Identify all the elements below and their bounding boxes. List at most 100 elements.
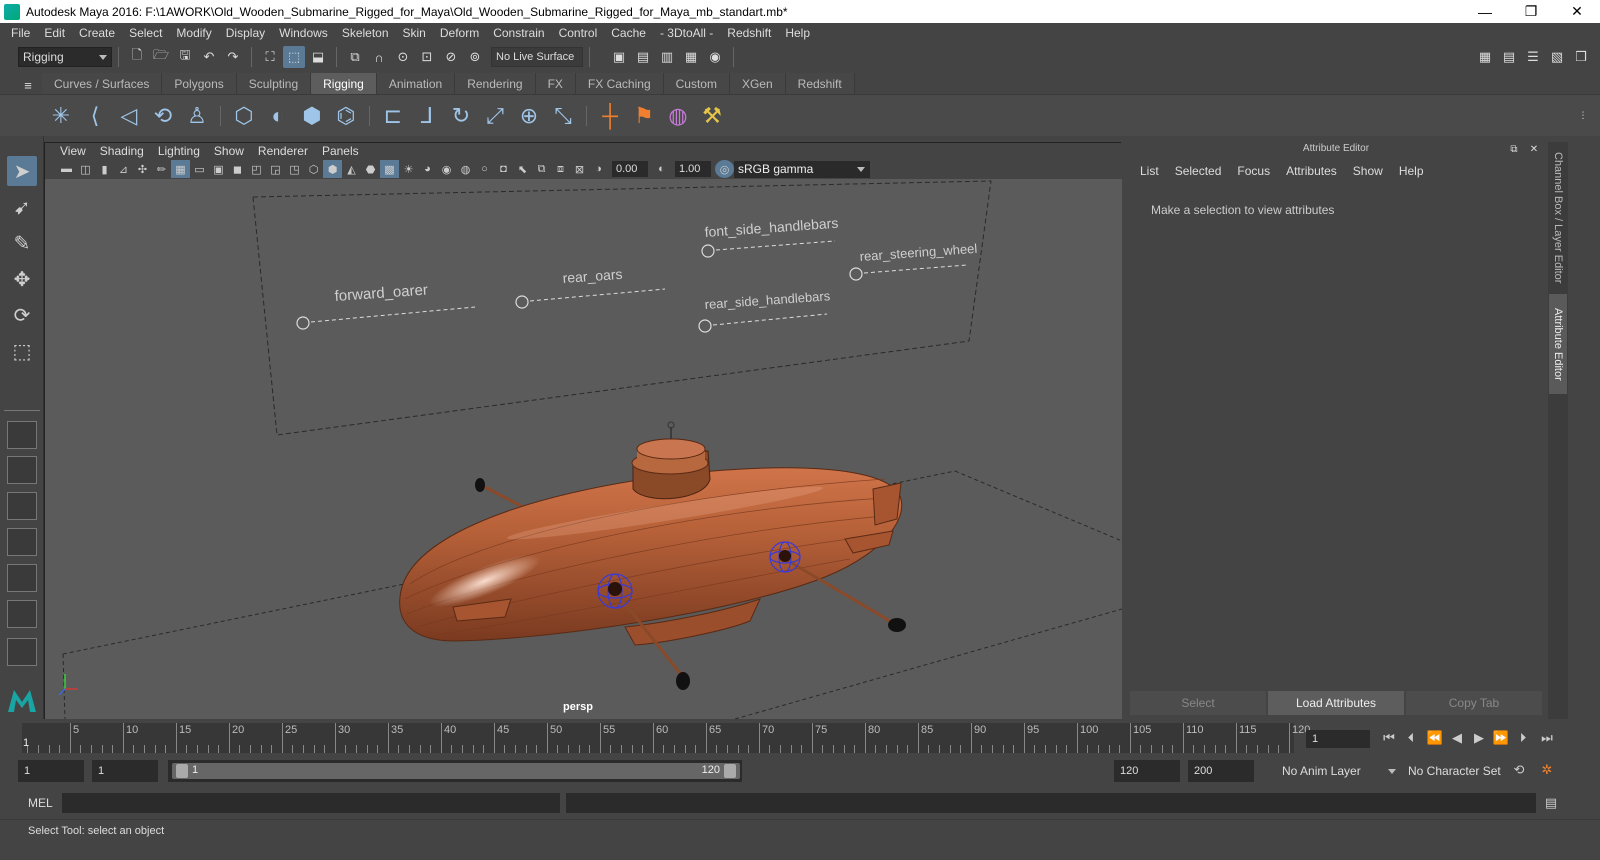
point-constraint-icon[interactable]: ⅃: [410, 99, 444, 133]
control-rear-steering-wheel[interactable]: rear_steering_wheel: [849, 241, 978, 281]
ambient-occlusion-icon[interactable]: ◉: [437, 160, 456, 178]
menu-display[interactable]: Display: [219, 26, 272, 40]
gamma-field[interactable]: 1.00: [675, 161, 711, 177]
menu-cache[interactable]: Cache: [604, 26, 653, 40]
locator-icon[interactable]: ⚑: [627, 99, 661, 133]
undo-icon[interactable]: ↶: [198, 46, 220, 68]
xray-joints-icon[interactable]: ⧈: [551, 160, 570, 178]
render-view-icon[interactable]: ▣: [608, 46, 630, 68]
sculpt-deformer-icon[interactable]: ◐: [261, 99, 295, 133]
single-perspective-layout-icon[interactable]: [7, 421, 37, 449]
wireframe-on-shaded-icon[interactable]: ⬣: [361, 160, 380, 178]
move-tool-icon[interactable]: ✥: [7, 264, 37, 294]
ipr-render-icon[interactable]: ▥: [656, 46, 678, 68]
shelf-tab-animation[interactable]: Animation: [376, 73, 456, 94]
select-component-icon[interactable]: ⬓: [307, 46, 329, 68]
redo-icon[interactable]: ↷: [222, 46, 244, 68]
menu-redshift[interactable]: Redshift: [720, 26, 778, 40]
two-d-pan-icon[interactable]: ✣: [133, 160, 152, 178]
shelf-tab-sculpting[interactable]: Sculpting: [236, 73, 312, 94]
step-back-key-icon[interactable]: ⏪: [1424, 728, 1446, 748]
menu-edit[interactable]: Edit: [37, 26, 72, 40]
xray-icon[interactable]: ⧉: [532, 160, 551, 178]
gamma-icon[interactable]: ◐: [652, 160, 671, 178]
modeling-toolkit-icon[interactable]: ▤: [1498, 46, 1520, 68]
shelf-tab-rigging[interactable]: Rigging: [311, 73, 377, 94]
wrap-deformer-icon[interactable]: ⌬: [329, 99, 363, 133]
select-object-icon[interactable]: ⬚: [283, 46, 305, 68]
animation-start-field[interactable]: 1: [18, 760, 84, 782]
timeline-track[interactable]: 5 10 15 20 25 30 35 40 45 50 55 60 65 70 75 80 85 90 95 100…: [22, 723, 1310, 753]
ae-menu-attributes[interactable]: Attributes: [1278, 164, 1345, 178]
side-tab-attribute-editor[interactable]: Attribute Editor: [1549, 294, 1567, 394]
channel-box-toggle-icon[interactable]: ❒: [1570, 46, 1592, 68]
save-scene-icon[interactable]: 🖫: [174, 46, 196, 68]
paint-select-icon[interactable]: ✎: [7, 228, 37, 258]
quick-rig-icon[interactable]: ◍: [661, 99, 695, 133]
persp-graph-layout-icon[interactable]: [7, 528, 37, 556]
grease-pencil-icon[interactable]: ✏: [152, 160, 171, 178]
xray-components-icon[interactable]: ⊠: [570, 160, 589, 178]
attribute-editor-toggle-icon[interactable]: ☰: [1522, 46, 1544, 68]
rotate-tool-icon[interactable]: ⟳: [7, 300, 37, 330]
film-gate-icon[interactable]: ▭: [190, 160, 209, 178]
cluster-icon[interactable]: ⊏: [376, 99, 410, 133]
animation-end-field[interactable]: 200: [1188, 760, 1254, 782]
control-rear-oars[interactable]: rear_oars: [515, 266, 666, 309]
menu-file[interactable]: File: [4, 26, 37, 40]
grid-icon[interactable]: ▦: [171, 160, 190, 178]
live-surface-field[interactable]: No Live Surface: [491, 47, 583, 67]
viewport-canvas[interactable]: forward_oarer rear_oars font_side_handle…: [45, 179, 1122, 719]
go-to-end-icon[interactable]: ⏭: [1536, 728, 1558, 748]
shelf-scroll-icon[interactable]: ⋮: [1572, 105, 1594, 127]
control-rear-side-handlebars[interactable]: rear_side_handlebars: [698, 288, 831, 333]
layout-more-icon[interactable]: [7, 638, 37, 666]
resolution-gate-icon[interactable]: ▣: [209, 160, 228, 178]
menu-create[interactable]: Create: [72, 26, 122, 40]
shelf-menu-icon[interactable]: ≡: [17, 74, 39, 96]
viewport-menu-lighting[interactable]: Lighting: [151, 144, 207, 158]
pole-vector-icon[interactable]: ⤡: [546, 99, 580, 133]
textured-icon[interactable]: ▩: [380, 160, 399, 178]
insert-joint-icon[interactable]: ⟨: [78, 99, 112, 133]
script-editor-icon[interactable]: ▤: [1540, 793, 1562, 813]
open-scene-icon[interactable]: 🗁: [150, 46, 172, 68]
ae-menu-focus[interactable]: Focus: [1229, 164, 1278, 178]
persp-outliner-layout-icon[interactable]: [7, 492, 37, 520]
restore-button[interactable]: ❐: [1508, 0, 1554, 23]
command-input[interactable]: [62, 793, 560, 813]
copy-tab-button[interactable]: Copy Tab: [1406, 691, 1542, 715]
script-language-label[interactable]: MEL: [28, 796, 53, 810]
bookmark-icon[interactable]: ▮: [95, 160, 114, 178]
menu-help[interactable]: Help: [778, 26, 817, 40]
range-slider[interactable]: 1 120: [172, 763, 740, 779]
exposure-field[interactable]: 0.00: [612, 161, 648, 177]
image-plane-icon[interactable]: ⊿: [114, 160, 133, 178]
play-backwards-icon[interactable]: ◀: [1446, 728, 1468, 748]
playback-end-field[interactable]: 120: [1114, 760, 1180, 782]
shelf-tab-fx-caching[interactable]: FX Caching: [575, 73, 664, 94]
snap-live-icon[interactable]: ⊚: [464, 46, 486, 68]
camera-attributes-icon[interactable]: ◫: [76, 160, 95, 178]
step-forward-frame-icon[interactable]: ⏵: [1512, 728, 1534, 748]
hypershade-icon[interactable]: ◉: [704, 46, 726, 68]
go-to-start-icon[interactable]: ⏮: [1378, 728, 1400, 748]
viewport-menu-show[interactable]: Show: [207, 144, 251, 158]
ae-menu-selected[interactable]: Selected: [1167, 164, 1230, 178]
humanik-icon[interactable]: ♙: [180, 99, 214, 133]
close-button[interactable]: ✕: [1554, 0, 1600, 23]
snap-view-icon[interactable]: ⊡: [416, 46, 438, 68]
field-chart-icon[interactable]: ◰: [247, 160, 266, 178]
select-hierarchy-icon[interactable]: ⛶: [259, 46, 281, 68]
orient-constraint-icon[interactable]: ↻: [444, 99, 478, 133]
close-panel-icon[interactable]: ✕: [1523, 138, 1545, 160]
range-end-handle[interactable]: [724, 764, 736, 778]
menu-skeleton[interactable]: Skeleton: [335, 26, 396, 40]
aim-constraint-icon[interactable]: ┼: [593, 99, 627, 133]
wireframe-icon[interactable]: ⬡: [304, 160, 323, 178]
shelf-tab-xgen[interactable]: XGen: [729, 73, 786, 94]
isolate-select-icon[interactable]: ⬉: [513, 160, 532, 178]
step-forward-key-icon[interactable]: ⏩: [1490, 728, 1512, 748]
load-attributes-button[interactable]: Load Attributes: [1268, 691, 1404, 715]
viewport-menu-panels[interactable]: Panels: [315, 144, 366, 158]
